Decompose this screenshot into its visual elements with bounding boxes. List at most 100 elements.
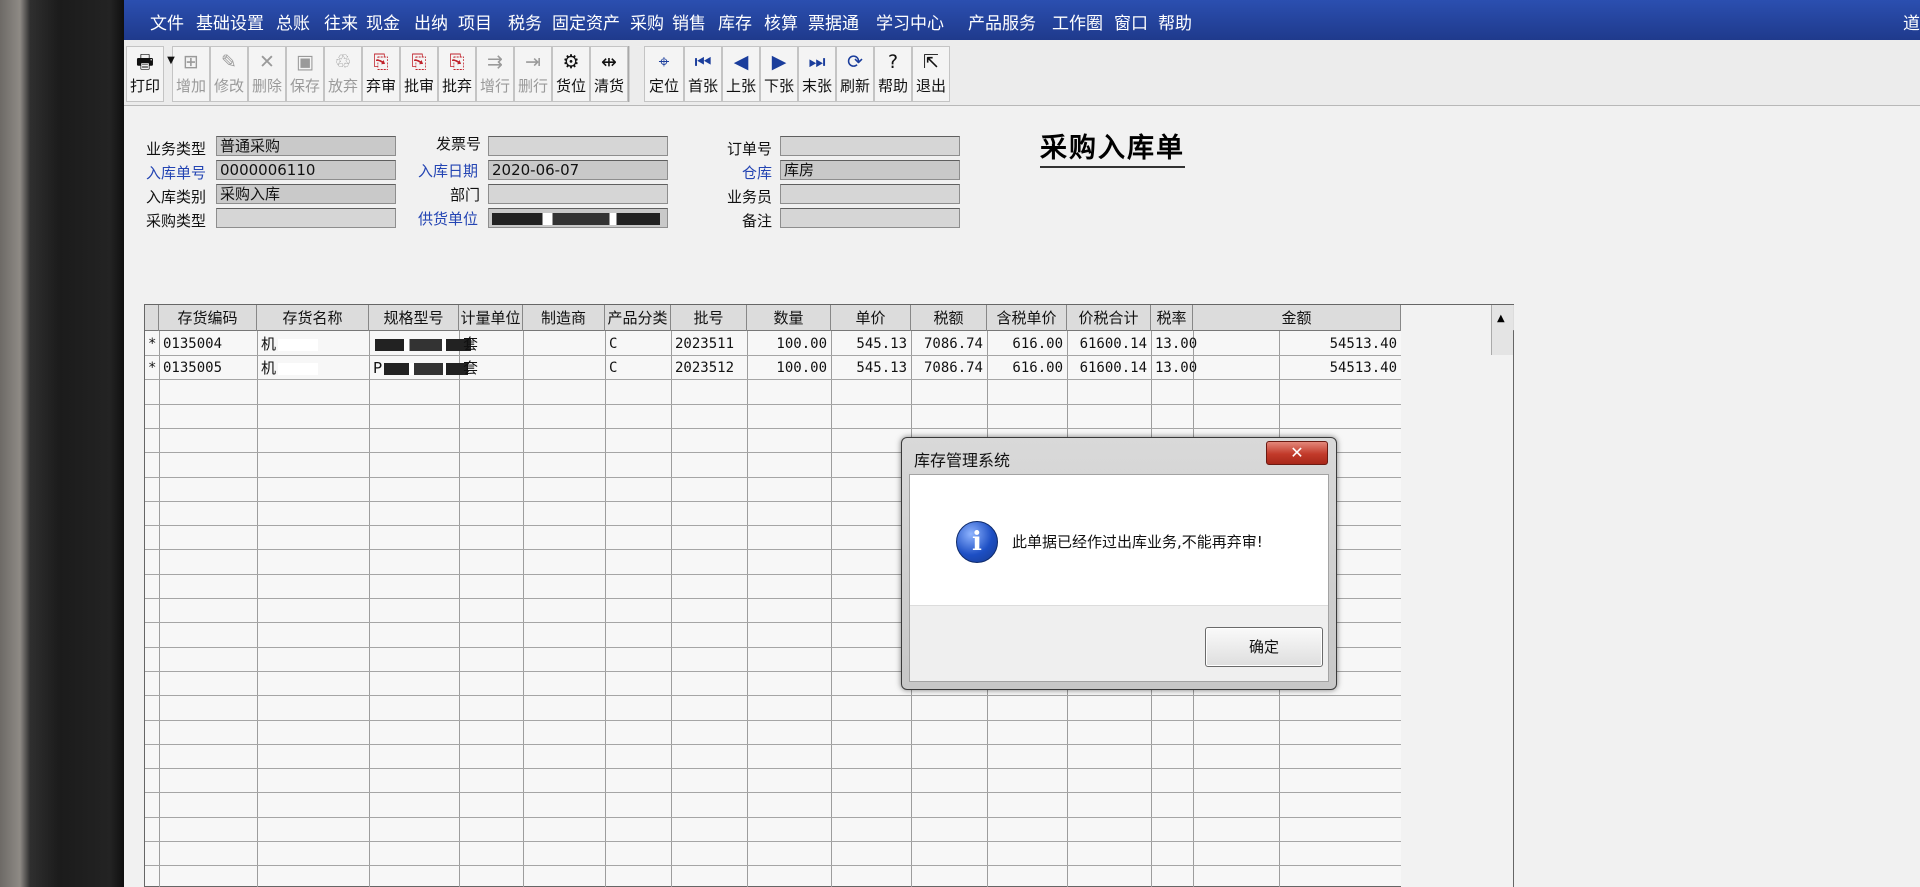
cell-category[interactable]: C	[609, 356, 667, 380]
cell-qty[interactable]: 100.00	[751, 356, 827, 380]
menu-item-10[interactable]: 销售	[672, 9, 706, 34]
toolbar-button-locate[interactable]: ⌖ 定位	[644, 46, 684, 102]
menu-item-1[interactable]: 基础设置	[196, 9, 264, 34]
menu-item-17[interactable]: 窗口	[1114, 9, 1148, 34]
print-dropdown-arrow-icon[interactable]: ▼	[164, 46, 178, 102]
menu-item-13[interactable]: 票据通	[808, 9, 859, 34]
cell-name[interactable]: 机	[261, 332, 365, 356]
department-field[interactable]	[488, 184, 668, 204]
menu-item-18[interactable]: 帮助	[1158, 9, 1192, 34]
toolbar-button-trash[interactable]: ♲ 放弃	[324, 46, 362, 102]
cell-name[interactable]: 机	[261, 356, 365, 380]
scroll-up-arrow-icon[interactable]: ▲	[1497, 313, 1505, 324]
cell-total[interactable]: 61600.14	[1071, 356, 1147, 380]
toolbar-button-help[interactable]: ? 帮助	[874, 46, 912, 102]
cell-maker[interactable]	[527, 356, 601, 380]
column-header-13[interactable]: 金额	[1193, 305, 1401, 331]
cell-qty[interactable]: 100.00	[751, 332, 827, 356]
cell-unit[interactable]: 套	[463, 356, 519, 380]
toolbar-button-delete[interactable]: ✕ 删除	[248, 46, 286, 102]
toolbar-button-printer[interactable]: 🖶 打印	[126, 46, 164, 102]
cell-amount[interactable]: 54513.40	[1197, 356, 1397, 380]
column-header-1[interactable]: 存货名称	[257, 305, 369, 331]
cell-code[interactable]: 0135004	[163, 332, 253, 356]
receipt-date-field[interactable]: 2020-06-07	[488, 160, 668, 180]
toolbar-button-unapprove[interactable]: ⎘ 弃审	[362, 46, 400, 102]
menu-item-15[interactable]: 产品服务	[968, 9, 1036, 34]
business-type-field[interactable]: 普通采购	[216, 136, 396, 156]
purchase-type-field[interactable]	[216, 208, 396, 228]
cell-amount[interactable]: 54513.40	[1197, 332, 1397, 356]
cell-price[interactable]: 545.13	[835, 356, 907, 380]
column-header-7[interactable]: 数量	[747, 305, 831, 331]
cell-price[interactable]: 545.13	[835, 332, 907, 356]
toolbar-button-clear-goods[interactable]: ⇹ 清货	[590, 46, 628, 102]
toolbar-button-location[interactable]: ⚙ 货位	[552, 46, 590, 102]
menu-item-9[interactable]: 采购	[630, 9, 664, 34]
menu-item-6[interactable]: 项目	[458, 9, 492, 34]
ok-button[interactable]: 确定	[1205, 627, 1323, 667]
salesperson-field[interactable]	[780, 184, 960, 204]
cell-tax[interactable]: 7086.74	[915, 332, 983, 356]
cell-code[interactable]: 0135005	[163, 356, 253, 380]
column-header-10[interactable]: 含税单价	[987, 305, 1067, 331]
menu-item-11[interactable]: 库存	[718, 9, 752, 34]
menu-item-7[interactable]: 税务	[508, 9, 542, 34]
column-header-8[interactable]: 单价	[831, 305, 911, 331]
cell-rate[interactable]: 13.00	[1155, 332, 1197, 356]
toolbar-button-save[interactable]: ▣ 保存	[286, 46, 324, 102]
cell-tax_price[interactable]: 616.00	[991, 332, 1063, 356]
order-no-field[interactable]	[780, 136, 960, 156]
menu-item-4[interactable]: 现金	[366, 9, 400, 34]
menu-item-14[interactable]: 学习中心	[876, 9, 944, 34]
menu-item-12[interactable]: 核算	[764, 9, 798, 34]
cell-total[interactable]: 61600.14	[1071, 332, 1147, 356]
cell-unit[interactable]: 套	[463, 332, 519, 356]
cell-category[interactable]: C	[609, 332, 667, 356]
menu-item-3[interactable]: 往来	[324, 9, 358, 34]
column-header-11[interactable]: 价税合计	[1067, 305, 1151, 331]
warehouse-label: 仓库	[742, 164, 773, 182]
cell-batch[interactable]: 2023511	[675, 332, 743, 356]
warehouse-field[interactable]: 库房	[780, 160, 960, 180]
toolbar-button-edit[interactable]: ✎ 修改	[210, 46, 248, 102]
column-header-9[interactable]: 税额	[911, 305, 987, 331]
receipt-no-field[interactable]: 0000006110	[216, 160, 396, 180]
column-header-2[interactable]: 规格型号	[369, 305, 459, 331]
supplier-field[interactable]	[488, 208, 668, 228]
toolbar-button-exit[interactable]: ⇱ 退出	[912, 46, 950, 102]
grid-column-line	[671, 305, 672, 887]
menu-item-16[interactable]: 工作圈	[1052, 9, 1103, 34]
menu-item-0[interactable]: 文件	[150, 9, 184, 34]
column-header-0[interactable]: 存货编码	[159, 305, 257, 331]
column-header-6[interactable]: 批号	[671, 305, 747, 331]
toolbar-button-last[interactable]: ⏭ 末张	[798, 46, 836, 102]
dialog-close-button[interactable]: ✕	[1266, 441, 1328, 465]
column-header-12[interactable]: 税率	[1151, 305, 1193, 331]
column-header-3[interactable]: 计量单位	[459, 305, 523, 331]
cell-batch[interactable]: 2023512	[675, 356, 743, 380]
toolbar-button-delete-row[interactable]: ⇥ 删行	[514, 46, 552, 102]
cell-rate[interactable]: 13.00	[1155, 356, 1197, 380]
cell-maker[interactable]	[527, 332, 601, 356]
invoice-no-field[interactable]	[488, 136, 668, 156]
cell-spec[interactable]: P	[373, 356, 469, 380]
toolbar-button-refresh[interactable]: ⟳ 刷新	[836, 46, 874, 102]
toolbar-button-first[interactable]: ⏮ 首张	[684, 46, 722, 102]
menu-item-8[interactable]: 固定资产	[552, 9, 620, 34]
vertical-scrollbar[interactable]: ▲	[1491, 305, 1513, 355]
cell-tax[interactable]: 7086.74	[915, 356, 983, 380]
toolbar-button-batch-approve[interactable]: ⎘ 批审	[400, 46, 438, 102]
column-header-5[interactable]: 产品分类	[605, 305, 671, 331]
toolbar-button-next[interactable]: ▶ 下张	[760, 46, 798, 102]
toolbar-button-previous[interactable]: ◀ 上张	[722, 46, 760, 102]
toolbar-button-add-row[interactable]: ⇉ 增行	[476, 46, 514, 102]
cell-tax_price[interactable]: 616.00	[991, 356, 1063, 380]
cell-spec[interactable]	[373, 332, 471, 356]
column-header-4[interactable]: 制造商	[523, 305, 605, 331]
menu-item-5[interactable]: 出纳	[414, 9, 448, 34]
receipt-category-field[interactable]: 采购入库	[216, 184, 396, 204]
remark-field[interactable]	[780, 208, 960, 228]
toolbar-button-batch-unapprove[interactable]: ⎘ 批弃	[438, 46, 476, 102]
menu-item-2[interactable]: 总账	[276, 9, 310, 34]
